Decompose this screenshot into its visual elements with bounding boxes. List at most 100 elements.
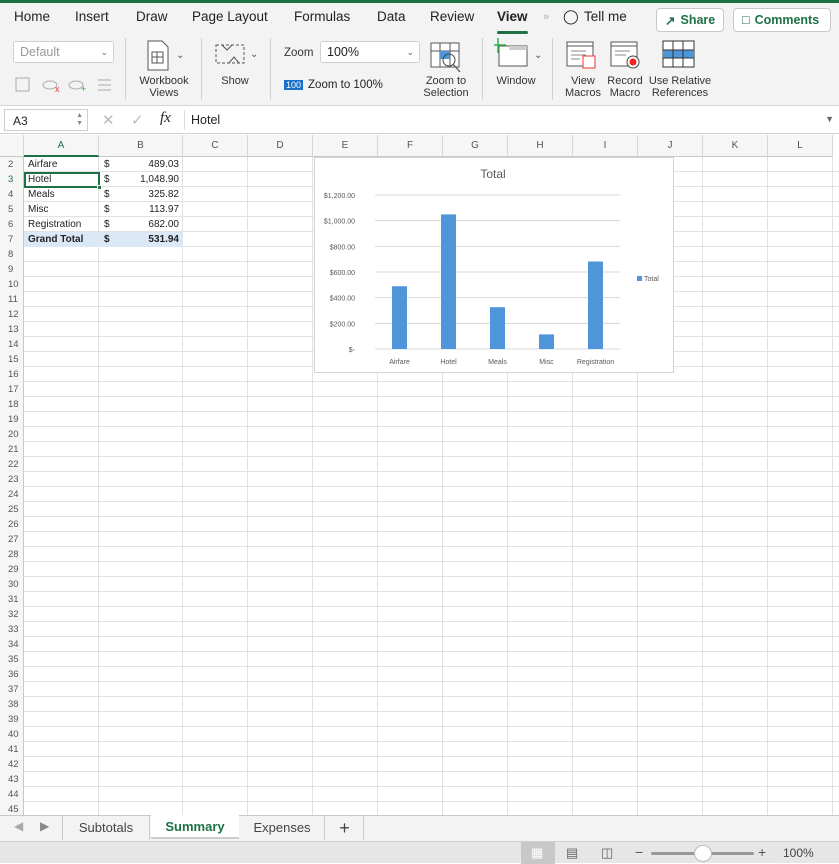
zoom-to-100-button[interactable]: 100 Zoom to 100%	[284, 79, 383, 91]
row-header-27[interactable]: 27	[0, 532, 24, 547]
workbook-views-icon[interactable]: ⌄	[146, 40, 186, 72]
use-relative-references-label[interactable]: Use Relative References	[646, 75, 714, 99]
sheet-view-dropdown[interactable]: Default ⌄	[13, 41, 114, 63]
row-header-10[interactable]: 10	[0, 277, 24, 292]
enter-checkmark-icon[interactable]: ✓	[131, 111, 144, 129]
zoom-dropdown[interactable]: 100% ⌄	[320, 41, 420, 63]
tab-home[interactable]: Home	[14, 9, 50, 24]
zoom-to-selection-label[interactable]: Zoom to Selection	[416, 75, 476, 99]
row-header-23[interactable]: 23	[0, 472, 24, 487]
bar-chart[interactable]: Total $- $200.00 $400.00 $600.00 $800.00 $1,00…	[314, 157, 674, 373]
share-button[interactable]: ↗ Share	[656, 8, 724, 32]
row-header-39[interactable]: 39	[0, 712, 24, 727]
tab-formulas[interactable]: Formulas	[294, 9, 350, 24]
zoom-out-button[interactable]: −	[635, 844, 643, 860]
row-header-35[interactable]: 35	[0, 652, 24, 667]
tell-me-search[interactable]: Tell me	[584, 9, 627, 24]
cell-label[interactable]: Misc	[24, 202, 100, 217]
bar-registration[interactable]	[588, 261, 603, 349]
row-header-21[interactable]: 21	[0, 442, 24, 457]
page-layout-view-icon[interactable]: ▤	[566, 845, 578, 861]
use-relative-references-icon[interactable]	[662, 40, 696, 72]
fill-handle[interactable]	[97, 185, 102, 190]
cell-value[interactable]: 1,048.90	[110, 172, 183, 187]
comments-button[interactable]: □ Comments	[733, 8, 831, 32]
row-header-8[interactable]: 8	[0, 247, 24, 262]
row-header-36[interactable]: 36	[0, 667, 24, 682]
bar-hotel[interactable]	[441, 214, 456, 349]
row-header-14[interactable]: 14	[0, 337, 24, 352]
add-sheet-button[interactable]: +	[326, 816, 364, 840]
row-header-9[interactable]: 9	[0, 262, 24, 277]
column-header-a[interactable]: A	[24, 135, 99, 157]
show-icon[interactable]: ⌄	[214, 42, 260, 68]
sheet-tab-expenses[interactable]: Expenses	[240, 816, 325, 840]
record-macro-icon[interactable]	[610, 40, 644, 72]
row-header-34[interactable]: 34	[0, 637, 24, 652]
row-header-13[interactable]: 13	[0, 322, 24, 337]
row-header-19[interactable]: 19	[0, 412, 24, 427]
row-header-28[interactable]: 28	[0, 547, 24, 562]
window-label[interactable]: Window	[490, 75, 542, 87]
previous-sheet-icon[interactable]: ◀	[14, 819, 23, 833]
cell-label[interactable]: Grand Total	[24, 232, 100, 247]
cell-value[interactable]: 531.94	[110, 232, 183, 247]
row-header-11[interactable]: 11	[0, 292, 24, 307]
row-header-44[interactable]: 44	[0, 787, 24, 802]
cell-value[interactable]: 682.00	[110, 217, 183, 232]
bar-meals[interactable]	[490, 307, 505, 349]
name-box[interactable]: A3 ▲ ▼	[4, 109, 88, 131]
window-icon[interactable]: ⌄	[494, 38, 544, 68]
cell-label[interactable]: Registration	[24, 217, 100, 232]
next-sheet-icon[interactable]: ▶	[40, 819, 49, 833]
column-header-h[interactable]: H	[508, 135, 573, 157]
row-header-12[interactable]: 12	[0, 307, 24, 322]
row-header-18[interactable]: 18	[0, 397, 24, 412]
zoom-percentage[interactable]: 100%	[783, 846, 814, 860]
row-header-20[interactable]: 20	[0, 427, 24, 442]
tab-review[interactable]: Review	[430, 9, 474, 24]
row-header-45[interactable]: 45	[0, 802, 24, 815]
column-header-b[interactable]: B	[99, 135, 183, 157]
bar-misc[interactable]	[539, 334, 554, 349]
zoom-in-button[interactable]: +	[758, 844, 766, 860]
insert-function-icon[interactable]: fx	[160, 110, 171, 127]
select-all-corner[interactable]	[0, 135, 24, 157]
row-header-33[interactable]: 33	[0, 622, 24, 637]
column-header-i[interactable]: I	[573, 135, 638, 157]
tab-data[interactable]: Data	[377, 9, 406, 24]
row-header-42[interactable]: 42	[0, 757, 24, 772]
row-header-16[interactable]: 16	[0, 367, 24, 382]
row-header-22[interactable]: 22	[0, 457, 24, 472]
show-label[interactable]: Show	[210, 75, 260, 87]
expand-formula-bar-icon[interactable]: ▼	[825, 114, 834, 124]
cell-value[interactable]: 325.82	[110, 187, 183, 202]
active-cell-selection[interactable]	[24, 172, 100, 188]
sheet-tab-summary[interactable]: Summary	[151, 815, 239, 839]
tab-insert[interactable]: Insert	[75, 9, 109, 24]
row-header-30[interactable]: 30	[0, 577, 24, 592]
row-header-5[interactable]: 5	[0, 202, 24, 217]
column-header-f[interactable]: F	[378, 135, 443, 157]
row-header-3[interactable]: 3	[0, 172, 24, 187]
row-header-41[interactable]: 41	[0, 742, 24, 757]
cancel-icon[interactable]: ✕	[102, 111, 115, 129]
cell-value[interactable]: 113.97	[110, 202, 183, 217]
tab-page-layout[interactable]: Page Layout	[192, 9, 268, 24]
row-header-6[interactable]: 6	[0, 217, 24, 232]
row-header-25[interactable]: 25	[0, 502, 24, 517]
cell-value[interactable]: 489.03	[110, 157, 183, 172]
page-break-preview-icon[interactable]: ◫	[601, 845, 613, 861]
row-header-40[interactable]: 40	[0, 727, 24, 742]
view-macros-icon[interactable]	[566, 40, 600, 72]
bar-airfare[interactable]	[392, 286, 407, 349]
column-header-c[interactable]: C	[183, 135, 248, 157]
cell-label[interactable]: Airfare	[24, 157, 100, 172]
zoom-slider-handle[interactable]	[693, 845, 712, 862]
row-header-4[interactable]: 4	[0, 187, 24, 202]
formula-input[interactable]: Hotel	[191, 113, 220, 127]
row-header-32[interactable]: 32	[0, 607, 24, 622]
row-header-31[interactable]: 31	[0, 592, 24, 607]
name-box-stepper-icon[interactable]: ▲ ▼	[76, 112, 83, 128]
workbook-views-label[interactable]: Workbook Views	[134, 75, 194, 99]
